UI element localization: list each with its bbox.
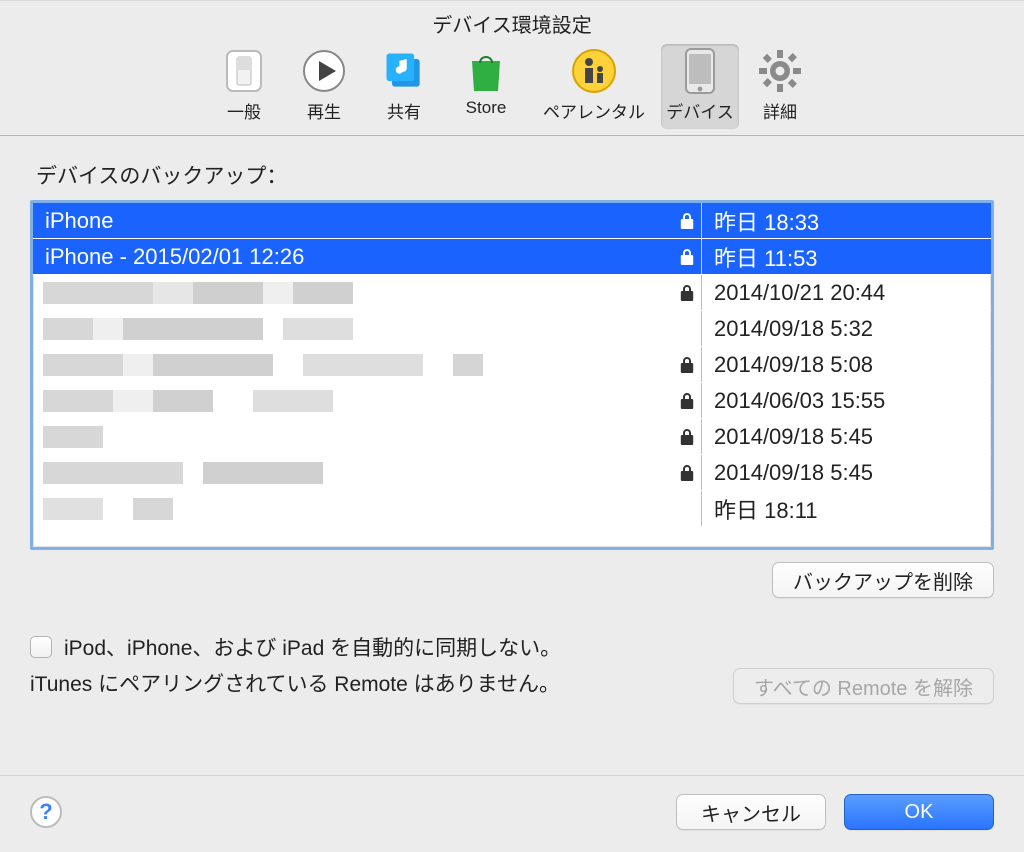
tab-devices[interactable]: デバイス <box>661 44 739 129</box>
backup-row[interactable]: iPhone - 2015/02/01 12:26 昨日 11:53 <box>33 239 991 275</box>
tab-label: デバイス <box>661 98 739 123</box>
lock-icon <box>673 491 701 526</box>
lock-icon <box>673 383 701 418</box>
switch-icon <box>221 48 267 94</box>
backup-name <box>33 347 673 382</box>
tab-general[interactable]: 一般 <box>205 44 283 129</box>
backup-name <box>33 383 673 418</box>
music-folders-icon <box>381 48 427 94</box>
shopping-bag-icon <box>463 48 509 94</box>
backup-name <box>33 419 673 454</box>
tab-label: 詳細 <box>741 98 819 123</box>
ok-button[interactable]: OK <box>844 794 994 830</box>
lock-icon <box>673 239 701 274</box>
backup-name <box>33 491 673 526</box>
window-title: デバイス環境設定 <box>0 1 1024 42</box>
lock-icon <box>673 275 701 310</box>
tab-store[interactable]: Store <box>445 44 527 129</box>
tab-label: Store <box>445 98 527 118</box>
tab-parental[interactable]: ペアレンタル <box>529 44 659 129</box>
backup-row[interactable]: 2014/09/18 5:45 <box>33 419 991 455</box>
backup-date: 2014/09/18 5:45 <box>702 455 991 490</box>
footer: ? キャンセル OK <box>0 775 1024 852</box>
backup-date: 2014/09/18 5:45 <box>702 419 991 454</box>
tab-label: 共有 <box>365 98 443 123</box>
tab-playback[interactable]: 再生 <box>285 44 363 129</box>
content-area: デバイスのバックアップ： iPhone昨日 18:33iPhone - 2015… <box>0 136 1024 704</box>
lock-icon <box>673 455 701 490</box>
backup-list[interactable]: iPhone 昨日 18:33 iPhone - 2015/02/01 12:26 昨… <box>33 203 991 547</box>
delete-backup-button[interactable]: バックアップを削除 <box>772 562 994 598</box>
backup-row[interactable]: 2014/10/21 20:44 <box>33 275 991 311</box>
preferences-window: デバイス環境設定 一般 再生 <box>0 0 1024 852</box>
prevent-sync-label: iPod、iPhone、および iPad を自動的に同期しない。 <box>64 632 561 662</box>
backup-date: 2014/09/18 5:32 <box>702 311 991 346</box>
backup-date: 2014/10/21 20:44 <box>702 275 991 310</box>
lock-icon <box>673 311 701 346</box>
backup-name <box>33 455 673 490</box>
backup-date: 昨日 11:53 <box>702 239 991 274</box>
tab-advanced[interactable]: 詳細 <box>741 44 819 129</box>
backup-name: iPhone - 2015/02/01 12:26 <box>33 239 673 274</box>
lock-icon <box>673 203 701 238</box>
forget-remotes-button: すべての Remote を解除 <box>733 668 994 704</box>
toolbar: 一般 再生 共有 <box>0 42 1024 136</box>
backup-row[interactable]: 昨日 18:11 <box>33 491 991 527</box>
remote-status-text: iTunes にペアリングされている Remote はありません。 <box>30 668 703 698</box>
lock-icon <box>673 419 701 454</box>
backup-name: iPhone <box>33 203 673 238</box>
backup-row[interactable]: iPhone 昨日 18:33 <box>33 203 991 239</box>
backup-row[interactable]: 2014/09/18 5:08 <box>33 347 991 383</box>
backup-row[interactable]: 2014/09/18 5:32 <box>33 311 991 347</box>
iphone-icon <box>677 48 723 94</box>
backup-row[interactable]: 2014/06/03 15:55 <box>33 383 991 419</box>
backup-date: 2014/06/03 15:55 <box>702 383 991 418</box>
help-button[interactable]: ? <box>30 796 62 828</box>
tab-label: 一般 <box>205 98 283 123</box>
backup-name <box>33 275 673 310</box>
tab-label: ペアレンタル <box>529 98 659 123</box>
backups-label: デバイスのバックアップ： <box>36 160 994 190</box>
backup-date: 昨日 18:33 <box>702 203 991 238</box>
tab-sharing[interactable]: 共有 <box>365 44 443 129</box>
gear-icon <box>757 48 803 94</box>
cancel-button[interactable]: キャンセル <box>676 794 826 830</box>
backup-row[interactable]: 2014/09/18 5:45 <box>33 455 991 491</box>
backup-date: 昨日 18:11 <box>702 491 991 526</box>
backup-date: 2014/09/18 5:08 <box>702 347 991 382</box>
backup-list-frame: iPhone 昨日 18:33 iPhone - 2015/02/01 12:26 昨… <box>30 200 994 550</box>
backup-name <box>33 311 673 346</box>
prevent-sync-checkbox[interactable] <box>30 636 52 658</box>
parental-icon <box>571 48 617 94</box>
tab-label: 再生 <box>285 98 363 123</box>
play-icon <box>301 48 347 94</box>
lock-icon <box>673 347 701 382</box>
